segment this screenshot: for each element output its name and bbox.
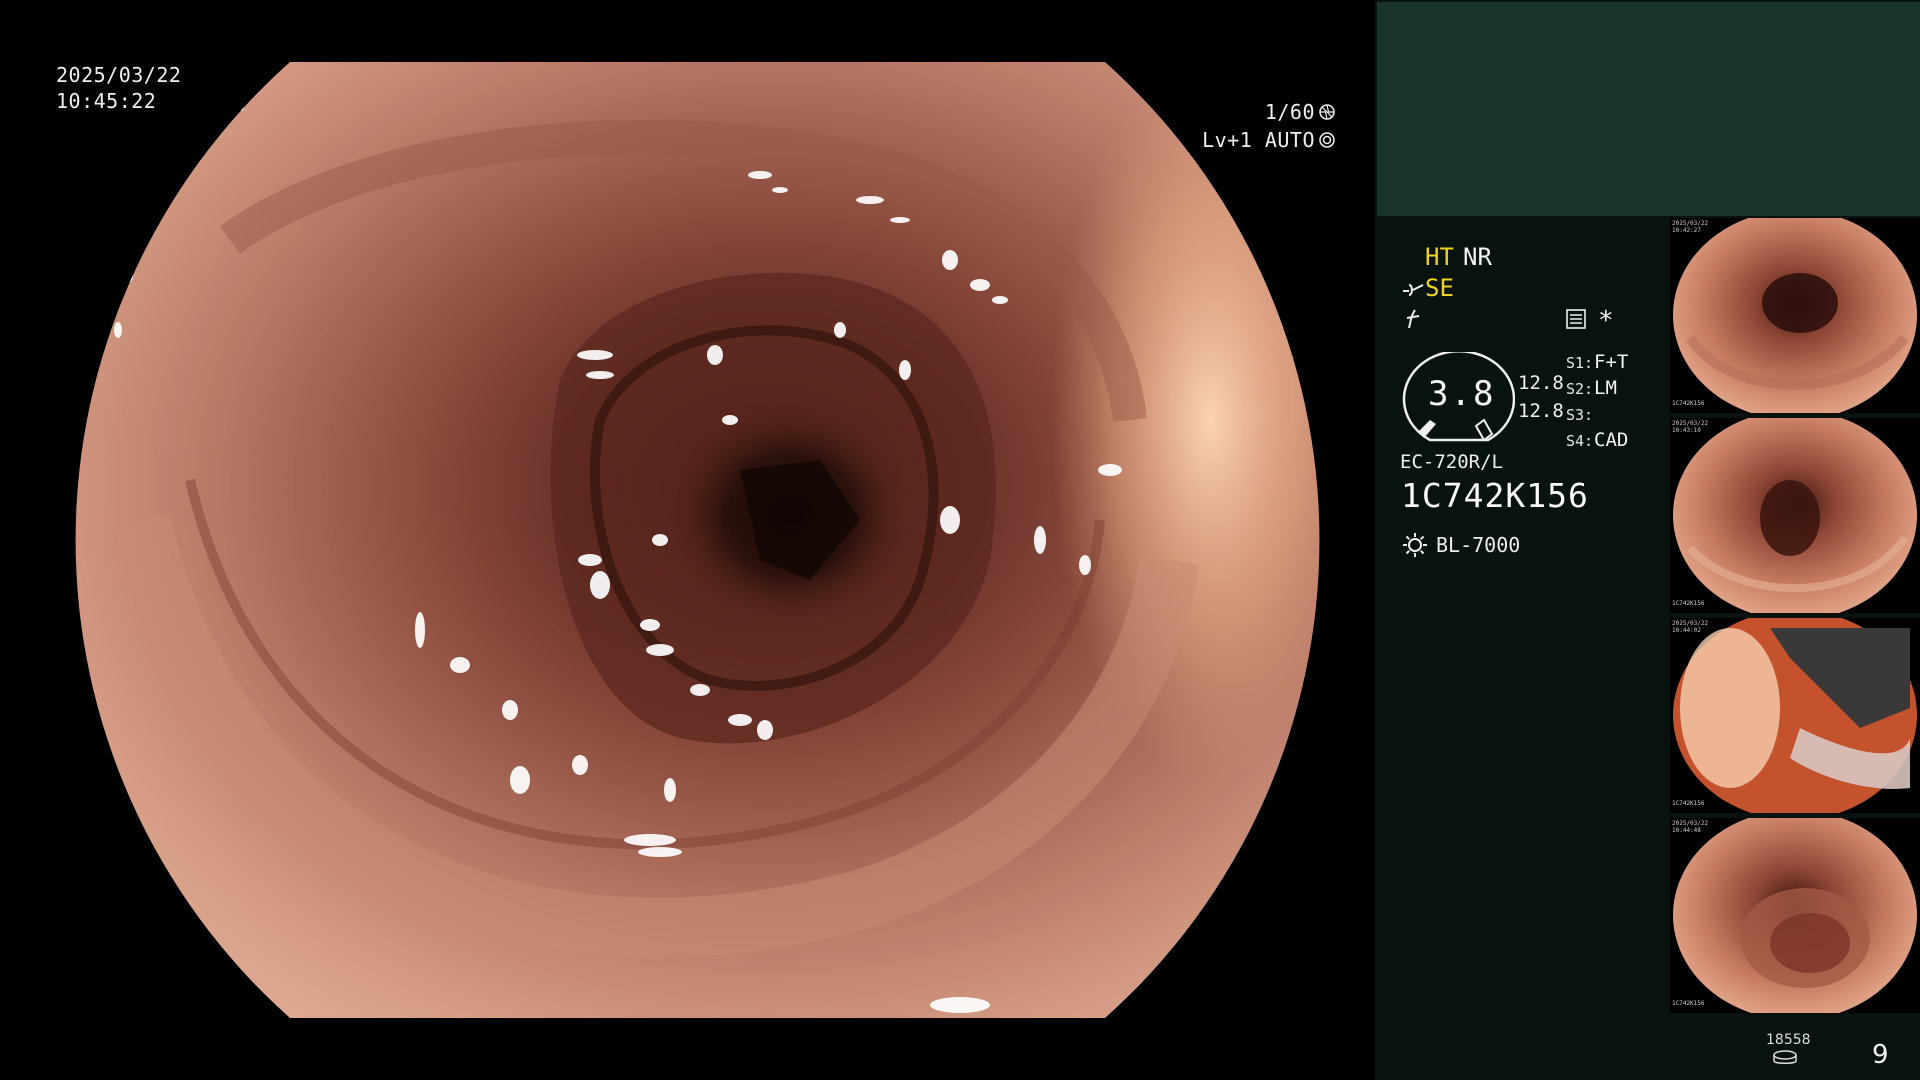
- light-source-name: BL-7000: [1436, 533, 1521, 557]
- brightness-level-mode: Lv+1 AUTO: [1202, 128, 1315, 152]
- thumbnail-3-serial: 1C742K156: [1672, 800, 1705, 807]
- enhancement-icon: [1403, 284, 1424, 296]
- mode-se: SE: [1425, 274, 1454, 302]
- page-number: 9: [1872, 1040, 1889, 1070]
- thumbnail-image-3: [1673, 618, 1917, 813]
- scope-switch-settings: S1:F+T S2:LM S3: S4:CAD: [1566, 350, 1628, 454]
- thumbnail-1-serial: 1C742K156: [1672, 400, 1705, 407]
- storage-disk-icon: [1773, 1050, 1797, 1064]
- captured-thumbnail-3[interactable]: 2025/03/22 10:44:02 1C742K156: [1670, 618, 1920, 813]
- asterisk-indicator: *: [1598, 306, 1614, 336]
- counter-value: 18558: [1766, 1032, 1811, 1048]
- scope-model: EC-720R/L: [1400, 451, 1503, 473]
- gauge-value: 3.8: [1428, 374, 1496, 414]
- scope-serial: 1C742K156: [1401, 476, 1589, 515]
- gauge-side-bottom: 12.8: [1518, 400, 1564, 422]
- thumbnail-1-datetime: 2025/03/22 10:42:27: [1672, 220, 1709, 234]
- exposure-info: 1/60 Lv+1 AUTO: [1202, 98, 1335, 154]
- shutter-icon: [1319, 104, 1335, 120]
- endoscope-live-view: 2025/03/22 10:45:22 1/60 Lv+1 AUTO: [0, 0, 1375, 1080]
- thumbnail-4-serial: 1C742K156: [1672, 1000, 1705, 1007]
- iris-icon: [1319, 132, 1335, 148]
- thumbnail-3-datetime: 2025/03/22 10:44:02: [1672, 620, 1709, 634]
- captured-thumbnail-4[interactable]: 2025/03/22 10:44:48 1C742K156: [1670, 818, 1920, 1013]
- thumbnail-2-serial: 1C742K156: [1672, 600, 1705, 607]
- switch-slot-3: S3:: [1566, 406, 1594, 424]
- capture-date: 2025/03/22: [56, 63, 182, 87]
- freeze-icon: [1406, 309, 1420, 329]
- thumbnail-4-datetime: 2025/03/22 10:44:48: [1672, 820, 1709, 834]
- colon-lumen-image: [75, 62, 1320, 1018]
- captured-thumbnail-1[interactable]: 2025/03/22 10:42:27 1C742K156: [1670, 218, 1920, 413]
- thumbnail-image-2: [1673, 418, 1917, 613]
- shutter-speed: 1/60: [1264, 100, 1315, 124]
- thumbnail-image-4: [1673, 818, 1917, 1013]
- capture-datetime: 2025/03/22 10:45:22: [56, 62, 181, 114]
- brightness-gauge: 3.8: [1400, 350, 1516, 444]
- thumbnail-image-1: [1673, 218, 1917, 413]
- mode-ht: HT: [1425, 243, 1454, 271]
- light-source-icon: [1403, 533, 1427, 557]
- panel-header-area: [1377, 2, 1920, 216]
- captured-thumbnail-2[interactable]: 2025/03/22 10:43:10 1C742K156: [1670, 418, 1920, 613]
- light-source: BL-7000: [1402, 532, 1520, 558]
- settings-list-icon: [1566, 309, 1586, 329]
- switch-slot-2: S2:LM: [1566, 377, 1617, 399]
- capture-time: 10:45:22: [56, 89, 157, 113]
- switch-slot-1: S1:F+T: [1566, 351, 1629, 373]
- switch-slot-4: S4:CAD: [1566, 429, 1629, 451]
- thumbnail-2-datetime: 2025/03/22 10:43:10: [1672, 420, 1709, 434]
- gauge-side-top: 12.8: [1518, 372, 1564, 394]
- mode-nr: NR: [1463, 243, 1492, 271]
